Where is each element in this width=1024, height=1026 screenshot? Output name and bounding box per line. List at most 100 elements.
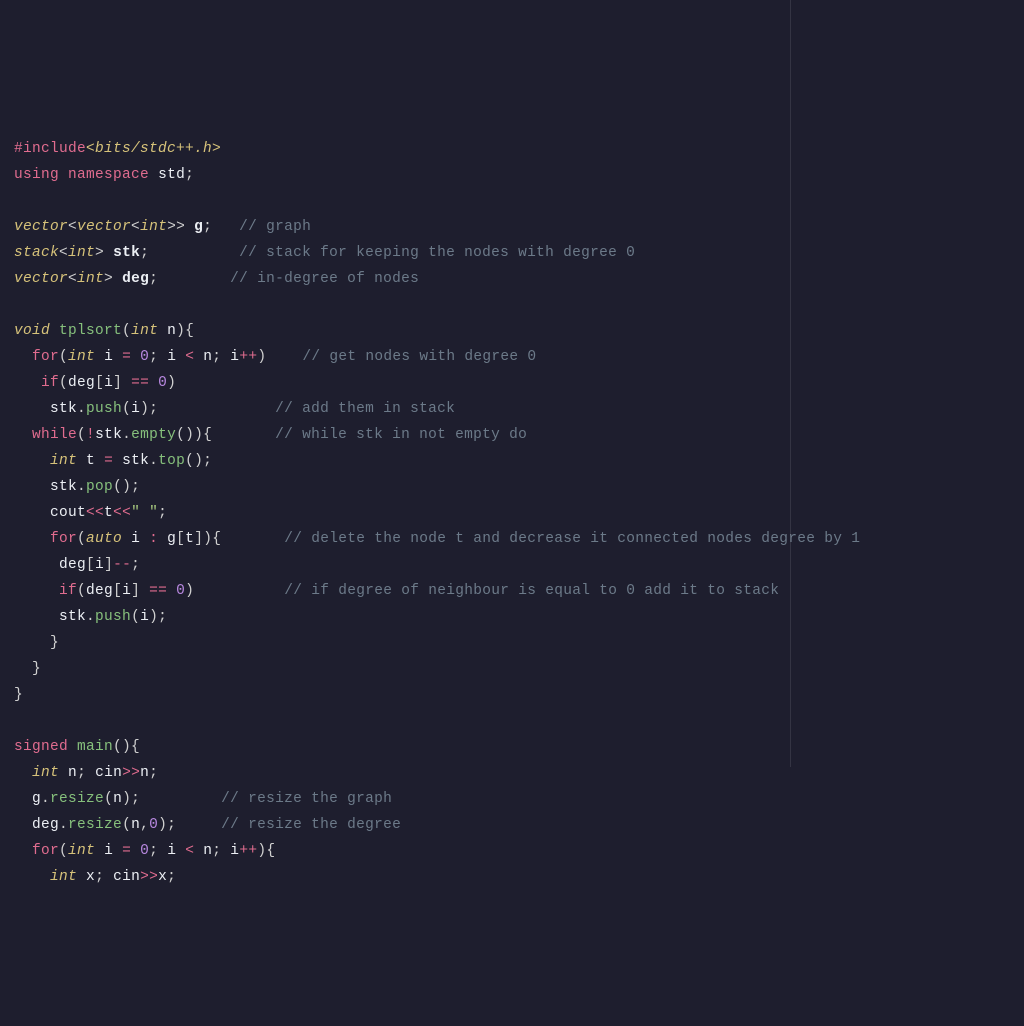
code-line[interactable]: for(auto i : g[t]){ // delete the node t… (14, 526, 1010, 552)
code-line[interactable]: vector<vector<int>> g; // graph (14, 214, 1010, 240)
code-token: ] (113, 375, 122, 391)
code-token (77, 869, 86, 885)
code-token: #include (14, 141, 86, 157)
code-line[interactable]: cout<<t<<" "; (14, 500, 1010, 526)
code-token: ] (131, 583, 140, 599)
code-token: // add them in stack (275, 401, 455, 417)
code-token: push (86, 401, 122, 417)
code-token (14, 843, 32, 859)
code-token: // graph (239, 219, 311, 235)
code-token (194, 349, 203, 365)
code-token (113, 453, 122, 469)
code-token: >> (140, 869, 158, 885)
code-token (221, 843, 230, 859)
code-editor[interactable]: #include<bits/stdc++.h>using namespace s… (14, 136, 1010, 890)
code-token (14, 765, 32, 781)
code-token (14, 635, 50, 651)
code-token (158, 349, 167, 365)
code-line[interactable]: stack<int> stk; // stack for keeping the… (14, 240, 1010, 266)
code-line[interactable]: } (14, 682, 1010, 708)
code-token: ); (158, 817, 176, 833)
code-token (50, 323, 59, 339)
code-token: n (68, 765, 77, 781)
code-line[interactable]: #include<bits/stdc++.h> (14, 136, 1010, 162)
code-token (14, 505, 50, 521)
code-token: using (14, 167, 59, 183)
code-token: ( (59, 375, 68, 391)
code-token: stk (113, 245, 140, 261)
code-token: i (104, 843, 113, 859)
code-token: stk (95, 427, 122, 443)
code-line[interactable] (14, 188, 1010, 214)
code-token (158, 843, 167, 859)
code-token: signed (14, 739, 68, 755)
code-token (14, 557, 59, 573)
code-token: (){ (113, 739, 140, 755)
code-token: x (86, 869, 95, 885)
code-token: vector (14, 271, 68, 287)
code-token: ( (77, 583, 86, 599)
code-line[interactable]: if(deg[i] == 0) // if degree of neighbou… (14, 578, 1010, 604)
code-line[interactable]: signed main(){ (14, 734, 1010, 760)
code-token: = (122, 843, 131, 859)
code-token: i (95, 557, 104, 573)
code-token: ( (122, 401, 131, 417)
code-token: i (104, 375, 113, 391)
code-token: if (59, 583, 77, 599)
code-line[interactable]: void tplsort(int n){ (14, 318, 1010, 344)
code-token: 0 (140, 349, 149, 365)
code-token (104, 869, 113, 885)
code-token (14, 453, 50, 469)
code-token: . (122, 427, 131, 443)
code-line[interactable]: int x; cin>>x; (14, 864, 1010, 890)
code-token: x (158, 869, 167, 885)
code-line[interactable]: while(!stk.empty()){ // while stk in not… (14, 422, 1010, 448)
code-token (77, 453, 86, 469)
code-token: ++ (239, 843, 257, 859)
code-line[interactable]: stk.push(i); // add them in stack (14, 396, 1010, 422)
code-token (140, 583, 149, 599)
code-token: ++ (239, 349, 257, 365)
code-token (149, 245, 239, 261)
code-token: << (86, 505, 104, 521)
code-token: < (185, 843, 194, 859)
code-line[interactable]: stk.pop(); (14, 474, 1010, 500)
code-line[interactable] (14, 708, 1010, 734)
code-line[interactable]: if(deg[i] == 0) (14, 370, 1010, 396)
code-line[interactable]: using namespace std; (14, 162, 1010, 188)
code-token (113, 271, 122, 287)
code-token (14, 479, 50, 495)
code-token: ( (59, 349, 68, 365)
code-line[interactable]: vector<int> deg; // in-degree of nodes (14, 266, 1010, 292)
code-token: ; (149, 765, 158, 781)
code-line[interactable]: for(int i = 0; i < n; i++) // get nodes … (14, 344, 1010, 370)
code-token: . (149, 453, 158, 469)
code-line[interactable]: int n; cin>>n; (14, 760, 1010, 786)
code-line[interactable]: g.resize(n); // resize the graph (14, 786, 1010, 812)
code-token: ; (212, 843, 221, 859)
code-token: cin (113, 869, 140, 885)
code-token: < (59, 245, 68, 261)
code-token: ; (149, 271, 158, 287)
code-token: int (77, 271, 104, 287)
code-token (212, 427, 275, 443)
code-line[interactable]: for(int i = 0; i < n; i++){ (14, 838, 1010, 864)
code-token (212, 219, 239, 235)
code-line[interactable]: deg.resize(n,0); // resize the degree (14, 812, 1010, 838)
code-token: i (140, 609, 149, 625)
code-line[interactable] (14, 292, 1010, 318)
code-token (158, 271, 230, 287)
code-token: stk (59, 609, 86, 625)
code-line[interactable]: stk.push(i); (14, 604, 1010, 630)
code-token: top (158, 453, 185, 469)
code-token: ); (149, 609, 167, 625)
code-token: deg (68, 375, 95, 391)
code-line[interactable]: } (14, 630, 1010, 656)
code-token (14, 583, 59, 599)
code-token: <bits/stdc++.h> (86, 141, 221, 157)
code-token: : (149, 531, 158, 547)
code-token: 0 (140, 843, 149, 859)
code-line[interactable]: } (14, 656, 1010, 682)
code-line[interactable]: int t = stk.top(); (14, 448, 1010, 474)
code-line[interactable]: deg[i]--; (14, 552, 1010, 578)
